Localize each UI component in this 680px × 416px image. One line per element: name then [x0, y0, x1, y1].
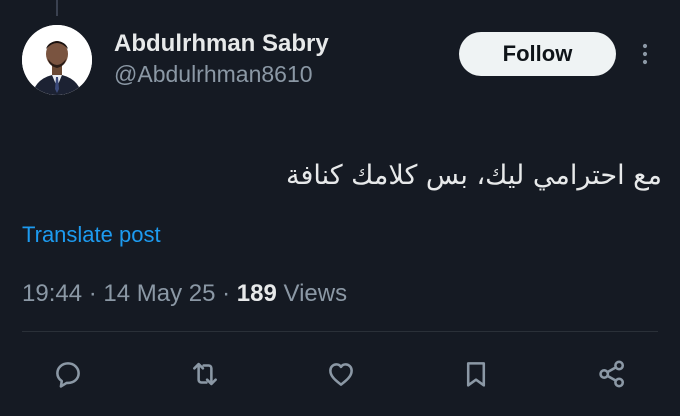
author-handle[interactable]: @Abdulrhman8610 — [114, 61, 313, 88]
more-vertical-icon — [642, 43, 648, 65]
views-label: Views — [276, 280, 348, 307]
post-detail: Abdulrhman Sabry @Abdulrhman8610 Follow … — [0, 0, 680, 416]
divider — [22, 331, 658, 332]
meta-separator: · — [82, 280, 104, 307]
reply-button[interactable] — [50, 356, 86, 392]
more-options-button[interactable] — [634, 36, 656, 72]
translate-post-link[interactable]: Translate post — [22, 222, 161, 248]
meta-separator: · — [215, 280, 237, 307]
repost-icon — [193, 362, 217, 386]
author-display-name[interactable]: Abdulrhman Sabry — [114, 30, 329, 58]
post-text: مع احترامي ليك، بس كلامك كنافة — [285, 160, 662, 191]
avatar[interactable] — [22, 25, 92, 95]
views-count: 189 — [236, 280, 277, 307]
follow-button[interactable]: Follow — [459, 32, 616, 76]
share-button[interactable] — [594, 356, 630, 392]
share-icon — [599, 360, 625, 388]
bookmark-icon — [466, 362, 486, 387]
like-button[interactable] — [323, 356, 359, 392]
thread-connector-line — [56, 0, 58, 16]
post-date[interactable]: 14 May 25 — [103, 280, 215, 307]
post-time[interactable]: 19:44 — [22, 280, 82, 307]
reply-icon — [56, 362, 80, 388]
bookmark-button[interactable] — [458, 356, 494, 392]
avatar-photo — [22, 25, 92, 95]
post-metadata: 19:44 · 14 May 25 · 189 Views — [22, 280, 347, 308]
like-icon — [329, 363, 353, 386]
repost-button[interactable] — [187, 356, 223, 392]
